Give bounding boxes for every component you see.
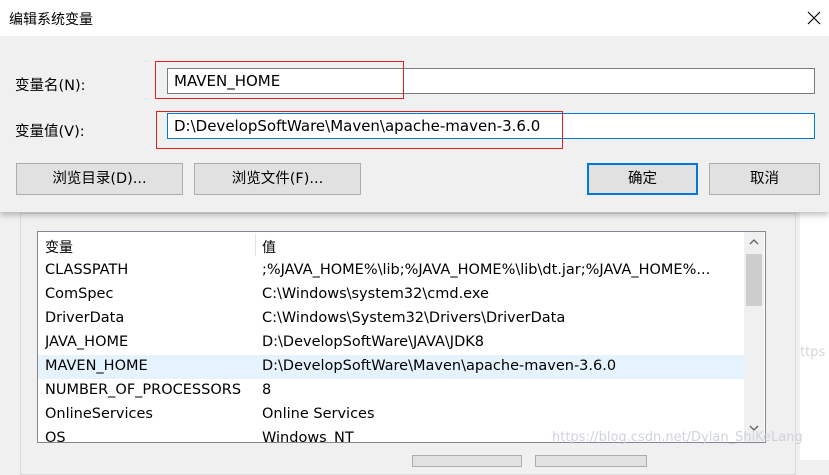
variable-value: C:\Windows\System32\Drivers\DriverData xyxy=(262,310,566,326)
variable-name: ComSpec xyxy=(45,286,114,302)
variable-name: CLASSPATH xyxy=(45,262,129,278)
browse-file-button[interactable]: 浏览文件(F)... xyxy=(194,163,361,195)
variable-value: 8 xyxy=(262,382,272,398)
watermark: https://blog.csdn.net/Dylan_ShiKeLang xyxy=(552,430,803,445)
variable-name: MAVEN_HOME xyxy=(45,358,148,374)
table-row[interactable]: DriverData C:\Windows\System32\Drivers\D… xyxy=(38,307,744,331)
variable-value-label: 变量值(V): xyxy=(15,124,85,140)
table-row[interactable]: ComSpec C:\Windows\system32\cmd.exe xyxy=(38,283,744,307)
browse-directory-button[interactable]: 浏览目录(D)... xyxy=(16,163,183,195)
column-header-value[interactable]: 值 xyxy=(262,237,276,257)
variable-value: D:\DevelopSoftWare\JAVA\JDK8 xyxy=(262,334,484,350)
variable-name: DriverData xyxy=(45,310,125,326)
variable-name: OS xyxy=(45,430,66,443)
chevron-up-icon[interactable] xyxy=(744,232,764,252)
column-divider xyxy=(255,234,256,256)
close-button[interactable] xyxy=(800,4,828,32)
system-variables-list[interactable]: 变量 值 CLASSPATH ;%JAVA_HOME%\lib;%JAVA_HO… xyxy=(37,231,766,443)
variable-value: ;%JAVA_HOME%\lib;%JAVA_HOME%\lib\dt.jar;… xyxy=(262,262,711,278)
bg-button-partial[interactable] xyxy=(412,455,522,467)
scrollbar-thumb[interactable] xyxy=(746,254,762,306)
window-edge xyxy=(800,205,829,460)
table-row-selected[interactable]: MAVEN_HOME D:\DevelopSoftWare\Maven\apac… xyxy=(38,355,744,379)
title-bar[interactable]: 编辑系统变量 xyxy=(0,0,829,36)
vertical-scrollbar[interactable] xyxy=(744,232,764,442)
edit-system-variable-dialog: 编辑系统变量 变量名(N): MAVEN_HOME 变量值(V): D:\Dev… xyxy=(0,0,829,212)
table-row[interactable]: NUMBER_OF_PROCESSORS 8 xyxy=(38,379,744,403)
close-icon xyxy=(807,11,821,25)
ok-button[interactable]: 确定 xyxy=(587,163,698,195)
table-row[interactable]: CLASSPATH ;%JAVA_HOME%\lib;%JAVA_HOME%\l… xyxy=(38,259,744,283)
variable-name: NUMBER_OF_PROCESSORS xyxy=(45,382,242,398)
table-row[interactable]: OnlineServices Online Services xyxy=(38,403,744,427)
cancel-button[interactable]: 取消 xyxy=(709,163,820,195)
variable-value: D:\DevelopSoftWare\Maven\apache-maven-3.… xyxy=(262,358,617,374)
variable-name-label: 变量名(N): xyxy=(15,78,86,94)
watermark-fragment: ttps xyxy=(800,345,826,360)
table-row[interactable]: JAVA_HOME D:\DevelopSoftWare\JAVA\JDK8 xyxy=(38,331,744,355)
dialog-title: 编辑系统变量 xyxy=(9,12,93,28)
variable-name: OnlineServices xyxy=(45,406,153,422)
variable-name: JAVA_HOME xyxy=(45,334,129,350)
column-header-variable[interactable]: 变量 xyxy=(45,237,73,257)
highlight-annotation xyxy=(155,61,404,99)
highlight-annotation xyxy=(156,111,563,149)
list-header: 变量 值 xyxy=(38,232,744,258)
variable-value: Online Services xyxy=(262,406,375,422)
variable-value: C:\Windows\system32\cmd.exe xyxy=(262,286,489,302)
bg-button-partial[interactable] xyxy=(535,455,647,467)
